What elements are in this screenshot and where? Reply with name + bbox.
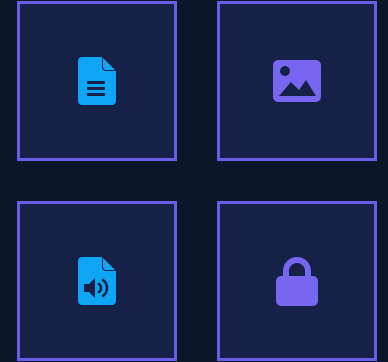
document-tile[interactable] [17,1,177,161]
lock-icon [276,257,318,306]
file-type-grid [0,0,388,362]
document-icon [78,57,116,105]
image-tile[interactable] [217,1,377,161]
image-icon [273,60,321,102]
lock-tile[interactable] [217,201,377,361]
audio-file-tile[interactable] [17,201,177,361]
audio-file-icon [78,257,116,305]
